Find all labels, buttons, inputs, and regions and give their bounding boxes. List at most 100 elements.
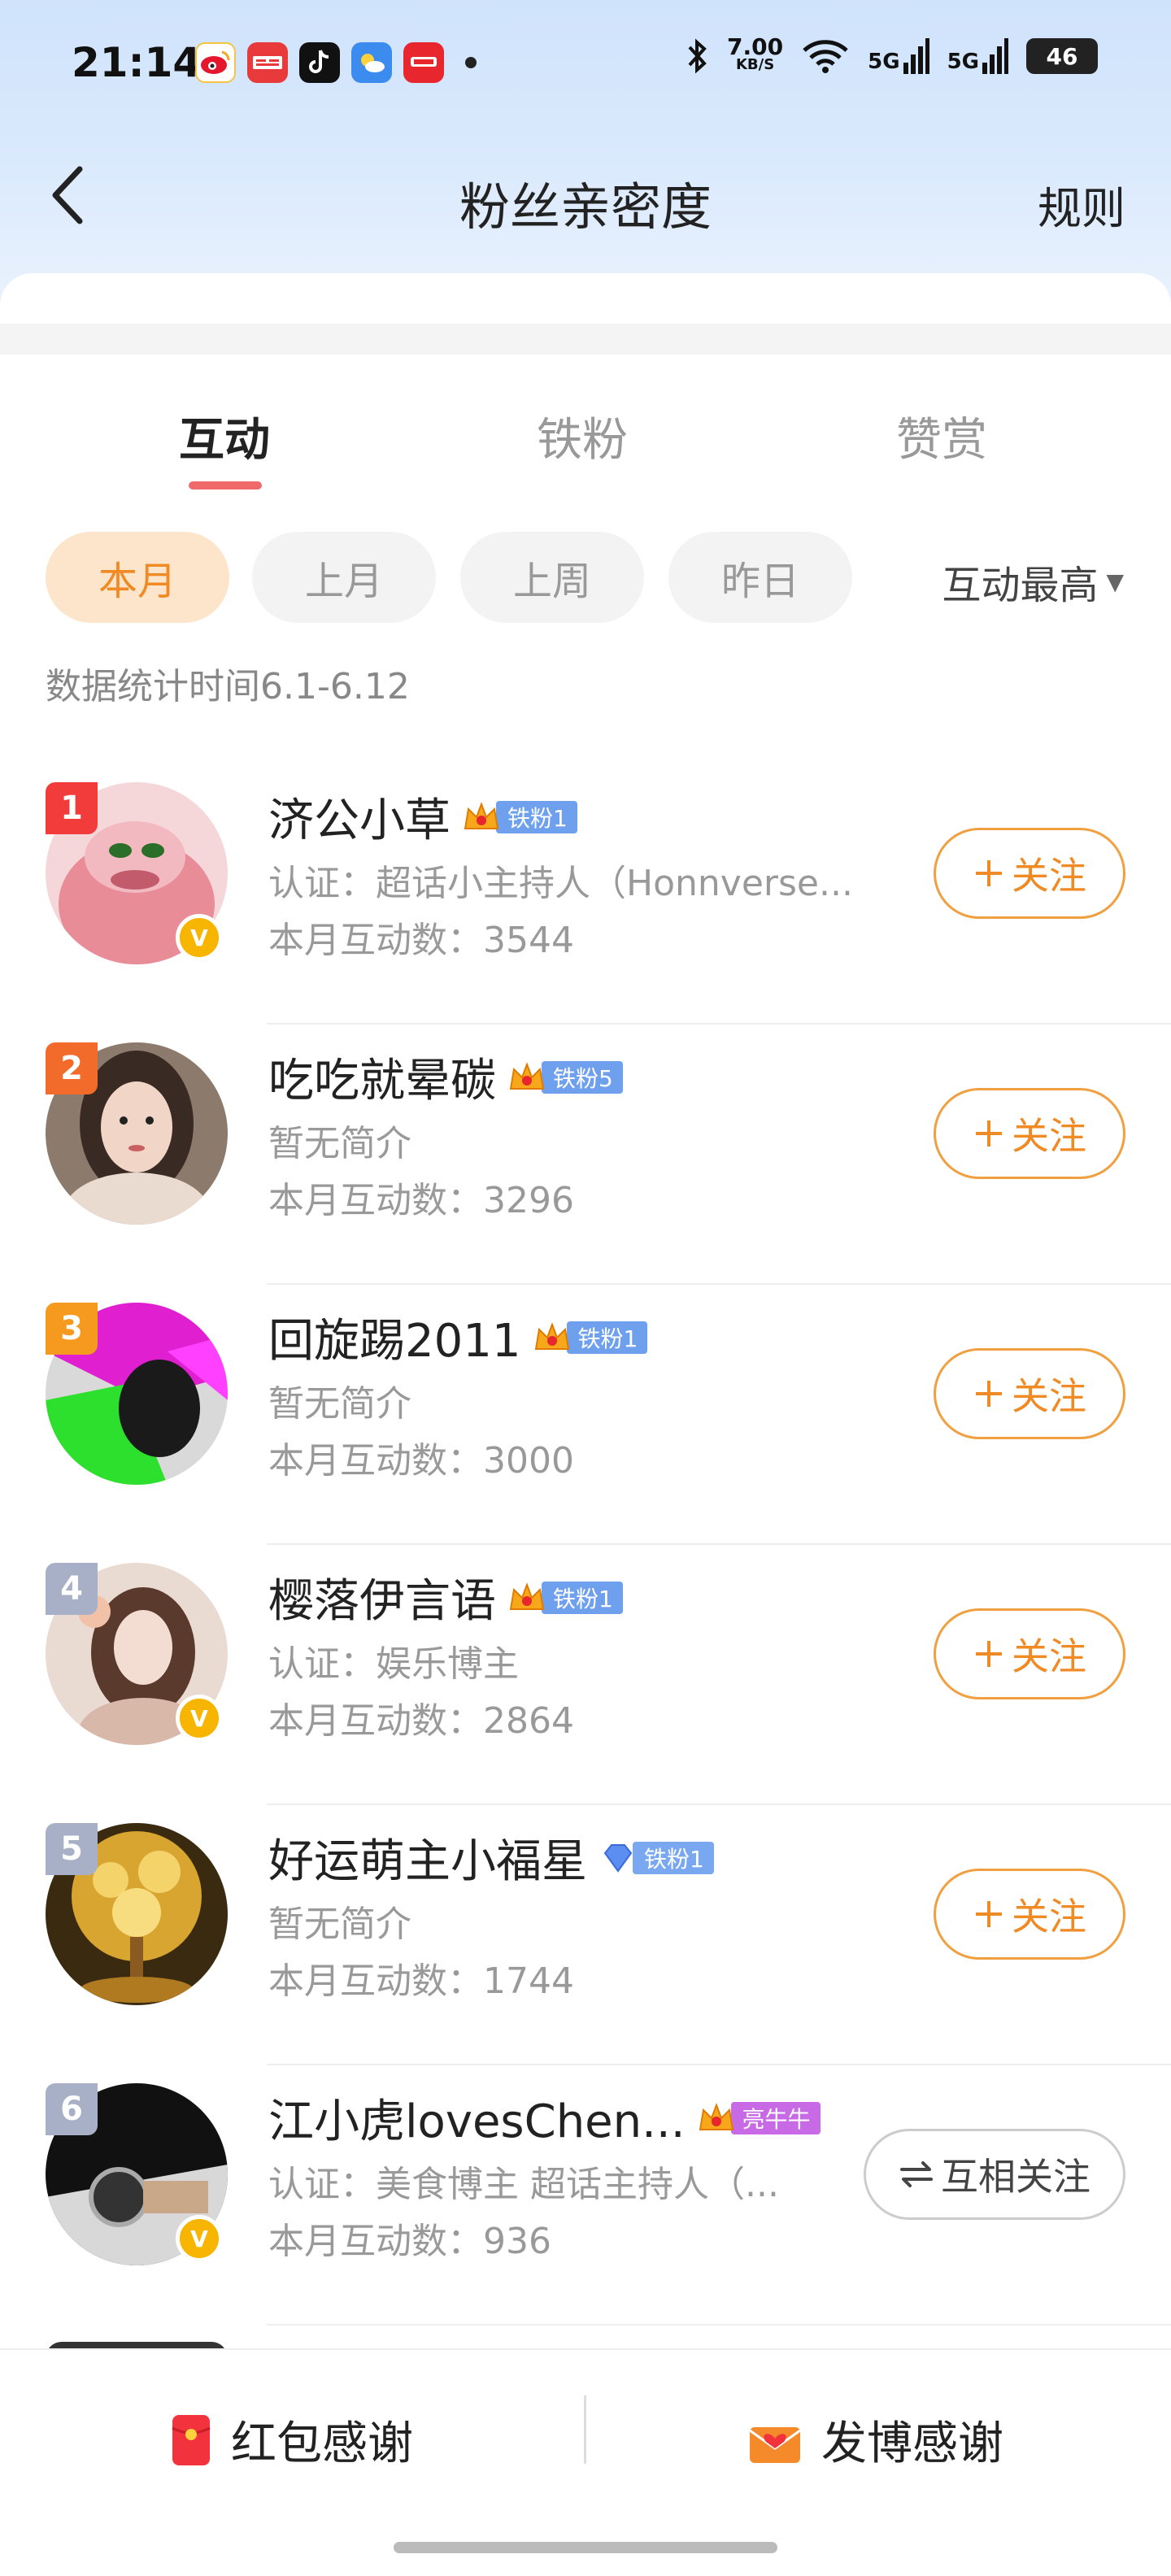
divider — [267, 2324, 1171, 2326]
bluetooth-icon — [688, 38, 707, 74]
fan-description: 暂无简介 — [268, 1904, 411, 1945]
bottom-action-bar: 红包感谢 发博感谢 — [0, 2348, 1171, 2576]
fan-description: 暂无简介 — [268, 1123, 411, 1164]
signal-bars-icon — [903, 38, 929, 74]
name-line: 回旋踢2011 铁粉1 — [268, 1304, 648, 1370]
plus-icon — [976, 860, 1002, 886]
name-line: 江小虎lovesChen... 亮牛牛 — [268, 2085, 821, 2151]
crown-icon — [509, 1582, 545, 1610]
navigation-bar: 粉丝亲密度 规则 — [0, 154, 1171, 244]
follow-button[interactable]: 关注 — [934, 1088, 1125, 1179]
plus-icon — [976, 1381, 1002, 1407]
iron-fan-badge: 铁粉1 — [531, 1320, 648, 1355]
xiaohongshu-app-icon — [403, 42, 444, 83]
iron-fan-badge: 铁粉1 — [597, 1840, 714, 1876]
mutual-arrows-icon — [900, 2161, 933, 2187]
content-card-top — [0, 273, 1171, 325]
follow-button[interactable]: 关注 — [934, 1869, 1125, 1960]
name-line: 吃吃就晕碳 铁粉5 — [268, 1044, 623, 1110]
list-item[interactable]: 4 V 樱落伊言语 铁粉1 认证：娱乐博主 本月互动数：2864 关注 — [0, 1545, 1171, 1805]
list-item[interactable]: 5 好运萌主小福星 铁粉1 暂无简介 本月互动数：1744 关注 — [0, 1805, 1171, 2065]
name-line: 樱落伊言语 铁粉1 — [268, 1564, 623, 1630]
list-item[interactable]: 3 回旋踢2011 铁粉1 暂无简介 本月互动数：3000 关注 — [0, 1285, 1171, 1545]
active-tab-indicator — [189, 481, 262, 490]
tab-appreciation[interactable]: 赞赏 — [896, 403, 987, 469]
battery-icon: 46 — [1026, 38, 1098, 74]
follow-button[interactable]: 关注 — [934, 828, 1125, 919]
crown-icon — [509, 1061, 545, 1090]
fan-name: 吃吃就晕碳 — [268, 1055, 496, 1107]
name-line: 好运萌主小福星 铁粉1 — [268, 1825, 714, 1891]
sort-dropdown[interactable]: 互动最高 ▼ — [942, 553, 1124, 610]
fan-name: 樱落伊言语 — [268, 1575, 496, 1628]
interaction-count: 本月互动数：2864 — [268, 1700, 574, 1742]
chip-last-month[interactable]: 上月 — [252, 532, 436, 623]
tab-interaction[interactable]: 互动 — [179, 403, 270, 469]
interaction-count: 本月互动数：3544 — [268, 920, 574, 961]
crown-icon — [699, 2102, 734, 2130]
fan-description: 暂无简介 — [268, 1383, 411, 1425]
list-item[interactable]: 6 V 江小虎lovesChen... 亮牛牛 认证：美食博主 超话主持人（..… — [0, 2065, 1171, 2326]
caret-down-icon: ▼ — [1106, 568, 1124, 595]
wifi-icon — [803, 40, 848, 73]
status-bar: 21:14 7.00 KB/S 5G 5G 46 — [0, 0, 1171, 130]
fan-list: 1 V 济公小草 铁粉1 认证：超话小主持人（Honnverse... 本月互动… — [0, 764, 1171, 2326]
red-packet-icon — [172, 2414, 211, 2465]
plus-icon — [976, 1901, 1002, 1927]
iron-fan-badge: 铁粉1 — [460, 799, 577, 835]
fan-name: 好运萌主小福星 — [268, 1835, 587, 1888]
verified-icon: V — [176, 2215, 223, 2262]
section-divider — [0, 324, 1171, 355]
status-right-group: 7.00 KB/S 5G 5G 46 — [685, 33, 1098, 75]
follow-button[interactable]: 关注 — [934, 1608, 1125, 1699]
network-speed: 7.00 KB/S — [727, 33, 784, 74]
rank-badge: 2 — [46, 1042, 98, 1094]
rank-badge: 4 — [46, 1563, 98, 1615]
chip-last-week[interactable]: 上周 — [460, 532, 644, 623]
rules-link[interactable]: 规则 — [1038, 172, 1125, 237]
diamond-icon — [603, 1843, 633, 1873]
signal-5g-2: 5G — [947, 38, 1008, 74]
iron-fan-badge: 铁粉5 — [506, 1060, 623, 1095]
fan-name: 江小虎lovesChen... — [268, 2095, 686, 2148]
verified-icon: V — [176, 914, 223, 961]
rank-badge: 5 — [46, 1823, 98, 1875]
fan-name: 济公小草 — [268, 794, 451, 847]
fan-name: 回旋踢2011 — [268, 1315, 521, 1368]
interaction-count: 本月互动数：3000 — [268, 1440, 574, 1482]
more-notifications-dot — [465, 57, 477, 68]
crown-icon — [464, 801, 499, 829]
plus-icon — [976, 1641, 1002, 1667]
list-item[interactable]: 2 吃吃就晕碳 铁粉5 暂无简介 本月互动数：3296 关注 — [0, 1025, 1171, 1285]
tab-iron-fans[interactable]: 铁粉 — [537, 403, 628, 469]
period-filter: 本月 上月 上周 昨日 互动最高 ▼ — [0, 529, 1171, 626]
chip-yesterday[interactable]: 昨日 — [668, 532, 852, 623]
mutual-follow-button[interactable]: 互相关注 — [864, 2129, 1125, 2220]
weibo-app-icon — [195, 42, 236, 83]
plus-icon — [976, 1120, 1002, 1147]
fan-description: 认证：超话小主持人（Honnverse... — [268, 863, 853, 904]
iron-fan-badge: 铁粉1 — [506, 1580, 623, 1616]
notification-icons — [195, 42, 477, 83]
follow-button[interactable]: 关注 — [934, 1348, 1125, 1439]
douyin-app-icon — [299, 42, 340, 83]
interaction-count: 本月互动数：3296 — [268, 1180, 574, 1221]
fan-description: 认证：美食博主 超话主持人（... — [268, 2164, 779, 2205]
toutiao-app-icon — [247, 42, 288, 83]
post-thanks-button[interactable]: 发博感谢 — [748, 2407, 1003, 2473]
chip-this-month[interactable]: 本月 — [46, 532, 229, 623]
signal-5g-1: 5G — [868, 38, 929, 74]
interaction-count: 本月互动数：1744 — [268, 1960, 574, 2002]
red-packet-thanks-button[interactable]: 红包感谢 — [171, 2407, 413, 2473]
rank-badge: 3 — [46, 1303, 98, 1355]
tab-bar: 互动 铁粉 赞赏 — [0, 355, 1171, 501]
weather-app-icon — [351, 42, 392, 83]
verified-icon: V — [176, 1695, 223, 1742]
page-title: 粉丝亲密度 — [459, 177, 712, 237]
fan-description: 认证：娱乐博主 — [268, 1643, 519, 1685]
list-item[interactable]: 1 V 济公小草 铁粉1 认证：超话小主持人（Honnverse... 本月互动… — [0, 764, 1171, 1025]
fan-level-badge: 亮牛牛 — [695, 2100, 821, 2136]
home-indicator[interactable] — [394, 2542, 777, 2553]
sort-label: 互动最高 — [942, 563, 1099, 608]
crown-icon — [534, 1321, 569, 1350]
